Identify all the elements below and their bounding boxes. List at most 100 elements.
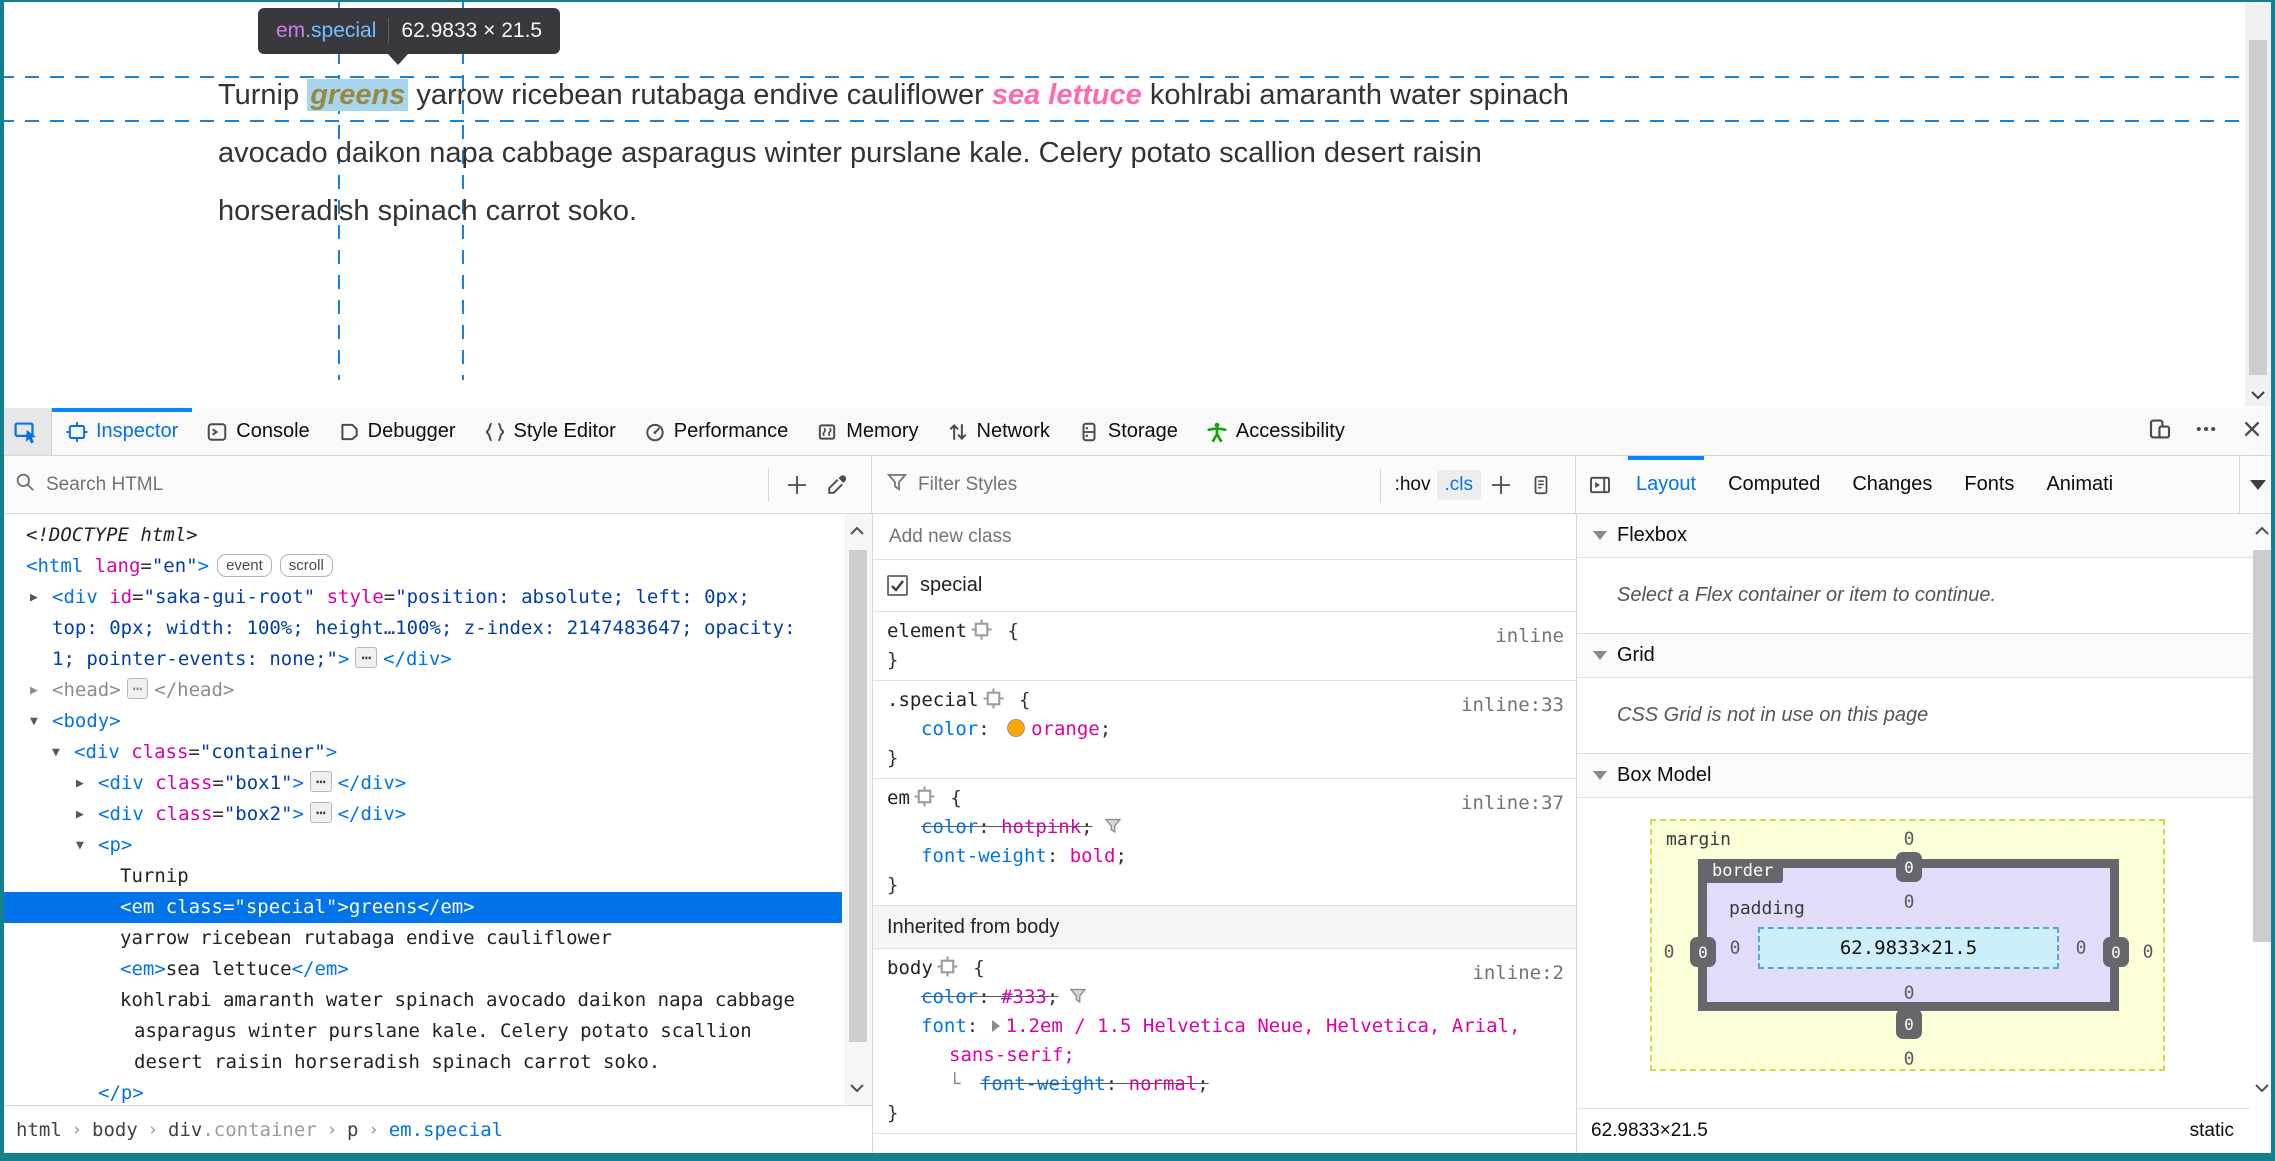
ellipsis-badge[interactable]: ⋯: [309, 771, 332, 792]
expand-sidebar-icon[interactable]: [1580, 465, 1620, 505]
ellipsis-badge[interactable]: ⋯: [309, 802, 332, 823]
rule-line[interactable]: sans-serif;: [873, 1041, 1576, 1070]
scroll-up-icon[interactable]: [844, 520, 870, 542]
rule-line[interactable]: color: hotpink;: [873, 813, 1576, 842]
print-simulation-icon[interactable]: [1521, 465, 1561, 505]
twisty-closed-icon[interactable]: ▶: [30, 582, 38, 613]
markup-row[interactable]: kohlrabi amaranth water spinach avocado …: [0, 985, 842, 1016]
twisty-closed-icon[interactable]: ▶: [30, 675, 38, 706]
breadcrumb-item-body[interactable]: body: [92, 1119, 138, 1141]
close-button[interactable]: [2229, 408, 2275, 455]
tab-console[interactable]: Console: [192, 408, 323, 455]
filter-styles-input[interactable]: Filter Styles: [918, 474, 1372, 496]
twisty-open-icon[interactable]: ▼: [30, 706, 38, 737]
padding-left-value[interactable]: 0: [1730, 938, 1741, 959]
rule-line[interactable]: color: #333;: [873, 983, 1576, 1012]
breadcrumb-item-em[interactable]: em.special: [389, 1119, 503, 1141]
rule-line[interactable]: font-weight: bold;: [873, 842, 1576, 871]
rule-line[interactable]: body {inline:2: [873, 954, 1576, 984]
tab-debugger[interactable]: Debugger: [324, 408, 470, 455]
rule-line[interactable]: .special {inline:33: [873, 686, 1576, 716]
rule-line[interactable]: color: orange;: [873, 715, 1576, 744]
border-top-value[interactable]: 0: [1896, 852, 1922, 882]
tab-inspector[interactable]: Inspector: [52, 408, 193, 455]
section-header-box-model[interactable]: Box Model: [1577, 754, 2275, 798]
markup-scrollbar[interactable]: [844, 514, 872, 1105]
page-scrollbar-thumb[interactable]: [2249, 40, 2267, 375]
markup-row[interactable]: ▶ <div id="saka-gui-root" style="position…: [0, 582, 842, 613]
page-scrollbar[interactable]: [2245, 2, 2271, 406]
pick-element-button[interactable]: [0, 408, 52, 455]
highlight-selector-icon[interactable]: [914, 786, 935, 807]
sidebar-tab-animati[interactable]: Animati: [2030, 456, 2129, 513]
markup-row[interactable]: yarrow ricebean rutabaga endive cauliflo…: [0, 923, 842, 954]
class-panel-button[interactable]: .cls: [1436, 469, 1481, 500]
ellipsis-badge[interactable]: ⋯: [355, 647, 378, 668]
ellipsis-badge[interactable]: ⋯: [126, 678, 149, 699]
scroll-down-icon[interactable]: [844, 1077, 870, 1099]
border-right-value[interactable]: 0: [2103, 937, 2129, 967]
breadcrumb-item-html[interactable]: html: [16, 1119, 62, 1141]
color-swatch[interactable]: [1007, 719, 1026, 737]
padding-right-value[interactable]: 0: [2076, 938, 2087, 959]
markup-row[interactable]: Turnip: [0, 861, 842, 892]
rule-line[interactable]: element {inline: [873, 617, 1576, 647]
markup-row[interactable]: asparagus winter purslane kale. Celery p…: [0, 1016, 842, 1047]
highlight-selector-icon[interactable]: [937, 956, 958, 977]
markup-row[interactable]: ▼ <div class="container">: [0, 737, 842, 768]
tab-accessibility[interactable]: Accessibility: [1192, 408, 1359, 455]
scroll-down-icon[interactable]: [2245, 384, 2271, 406]
sidebar-tab-changes[interactable]: Changes: [1836, 456, 1948, 513]
tab-performance[interactable]: Performance: [630, 408, 803, 455]
margin-bottom-value[interactable]: 0: [1904, 1049, 1915, 1070]
padding-bottom-value[interactable]: 0: [1904, 983, 1915, 1004]
sidebar-tab-layout[interactable]: Layout: [1620, 456, 1712, 513]
sidebar-tab-computed[interactable]: Computed: [1712, 456, 1836, 513]
breadcrumb-item-div[interactable]: div.container: [168, 1119, 317, 1141]
rule-line[interactable]: font: 1.2em / 1.5 Helvetica Neue, Helvet…: [873, 1012, 1576, 1041]
rule-line[interactable]: └ font-weight: normal;: [873, 1070, 1576, 1099]
tab-storage[interactable]: Storage: [1064, 408, 1192, 455]
markup-row[interactable]: <em>sea lettuce</em>: [0, 954, 842, 985]
all-tabs-menu-button[interactable]: [2239, 456, 2275, 513]
markup-row[interactable]: top: 0px; width: 100%; height…100%; z-in…: [0, 613, 842, 644]
layout-scrollbar-thumb[interactable]: [2253, 550, 2271, 942]
responsive-button[interactable]: [2137, 408, 2183, 455]
markup-row[interactable]: ▼ <p>: [0, 830, 842, 861]
event-badge[interactable]: scroll: [279, 554, 333, 577]
event-badge[interactable]: event: [217, 554, 272, 577]
rule-line[interactable]: }: [873, 1099, 1576, 1128]
add-node-button[interactable]: [777, 465, 817, 505]
expand-shorthand-icon[interactable]: [991, 1020, 1000, 1032]
highlight-selector-icon[interactable]: [983, 688, 1004, 709]
eyedropper-icon[interactable]: [817, 465, 857, 505]
markup-row[interactable]: 1; pointer-events: none;"> ⋯ </div>: [0, 644, 842, 675]
twisty-open-icon[interactable]: ▼: [52, 737, 60, 768]
rule-line[interactable]: }: [873, 744, 1576, 773]
margin-top-value[interactable]: 0: [1904, 829, 1915, 850]
padding-top-value[interactable]: 0: [1904, 892, 1915, 913]
pseudo-class-button[interactable]: :hov: [1389, 470, 1437, 500]
markup-scrollbar-thumb[interactable]: [849, 550, 867, 1042]
sidebar-tab-fonts[interactable]: Fonts: [1948, 456, 2030, 513]
box-model-content[interactable]: 62.9833×21.5: [1758, 927, 2059, 969]
markup-row[interactable]: <html lang="en"> event scroll: [0, 551, 842, 582]
markup-row-selected[interactable]: <em class="special">greens</em>: [0, 892, 842, 923]
search-html-input[interactable]: Search HTML: [46, 474, 760, 496]
twisty-closed-icon[interactable]: ▶: [76, 799, 84, 830]
breadcrumb-item-p[interactable]: p: [347, 1119, 358, 1141]
twisty-open-icon[interactable]: ▼: [76, 830, 84, 861]
rule-line[interactable]: }: [873, 646, 1576, 675]
class-checkbox[interactable]: [887, 575, 908, 596]
add-new-class-input[interactable]: Add new class: [873, 514, 1576, 560]
tab-style-editor[interactable]: Style Editor: [470, 408, 630, 455]
border-left-value[interactable]: 0: [1690, 937, 1716, 967]
markup-row[interactable]: ▶ <head> ⋯ </head>: [0, 675, 842, 706]
twisty-closed-icon[interactable]: ▶: [76, 768, 84, 799]
markup-row[interactable]: ▶ <div class="box2"> ⋯ </div>: [0, 799, 842, 830]
meatballs-button[interactable]: [2183, 408, 2229, 455]
box-model-margin[interactable]: margin 0 0 0 0 border padding 0 0 0 0 62…: [1650, 819, 2165, 1071]
markup-row[interactable]: desert raisin horseradish spinach carrot…: [0, 1047, 842, 1078]
border-bottom-value[interactable]: 0: [1896, 1009, 1922, 1039]
rule-line[interactable]: em {inline:37: [873, 784, 1576, 814]
